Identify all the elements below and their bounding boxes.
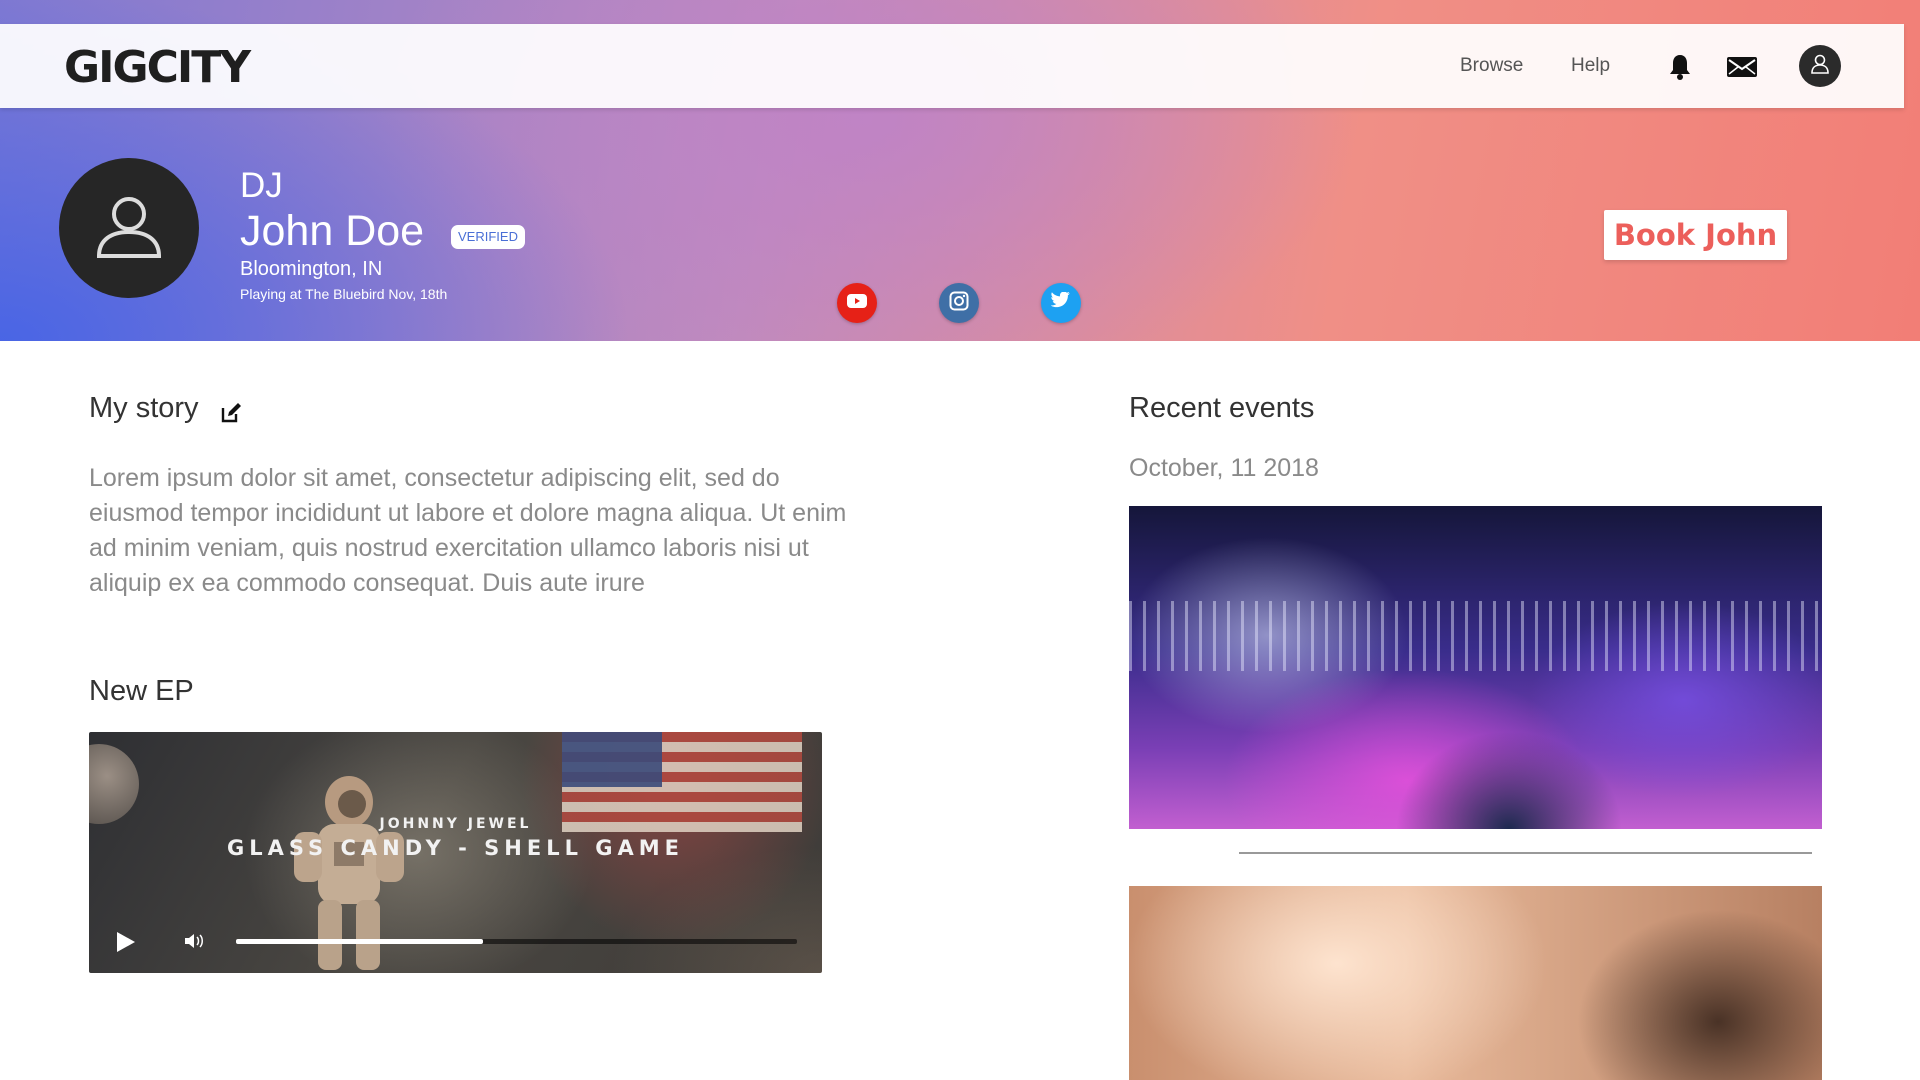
progress-bar[interactable]: [236, 939, 797, 944]
twitter-link[interactable]: [1041, 283, 1081, 323]
account-avatar-button[interactable]: [1799, 45, 1841, 87]
event-photo[interactable]: [1129, 886, 1822, 1080]
book-button[interactable]: Book John: [1604, 210, 1787, 260]
top-navbar: GIGCITY Browse Help: [0, 24, 1904, 108]
dj-silhouette-art: [1329, 666, 1629, 829]
nav-help-link[interactable]: Help: [1571, 55, 1610, 77]
ep-heading: New EP: [89, 675, 194, 707]
profile-banner: GIGCITY Browse Help DJ John Doe VERIFIED…: [0, 0, 1920, 341]
verified-badge: VERIFIED: [451, 225, 525, 249]
twitter-icon: [1050, 291, 1071, 314]
profile-name: John Doe: [240, 207, 425, 255]
logo[interactable]: GIGCITY: [64, 42, 251, 93]
ep-artist: JOHNNY JEWEL: [379, 816, 532, 832]
story-text: Lorem ipsum dolor sit amet, consectetur …: [89, 464, 847, 597]
bell-icon[interactable]: [1667, 53, 1693, 86]
profile-role: DJ: [240, 166, 283, 205]
youtube-link[interactable]: [837, 283, 877, 323]
ep-player: JOHNNY JEWEL GLASS CANDY - SHELL GAME: [89, 732, 822, 973]
event-divider: [1239, 852, 1812, 854]
youtube-icon: [847, 293, 867, 313]
volume-icon[interactable]: [183, 932, 207, 955]
nav-browse-link[interactable]: Browse: [1460, 55, 1523, 77]
story-heading: My story: [89, 392, 199, 424]
planet-art: [89, 744, 139, 824]
next-show-text: Playing at The Bluebird Nov, 18th: [240, 286, 448, 302]
flag-canton-art: [562, 732, 662, 787]
play-icon[interactable]: [115, 930, 137, 959]
progress-fill: [236, 939, 483, 944]
instagram-link[interactable]: [939, 283, 979, 323]
balcony-art: [1129, 601, 1822, 671]
mail-icon[interactable]: [1727, 57, 1757, 82]
edit-icon[interactable]: [220, 402, 242, 429]
event-date: October, 11 2018: [1129, 454, 1319, 482]
events-heading: Recent events: [1129, 392, 1315, 424]
event-photo[interactable]: [1129, 506, 1822, 829]
user-icon: [93, 190, 165, 267]
instagram-icon: [949, 291, 969, 316]
profile-location: Bloomington, IN: [240, 258, 383, 280]
user-icon: [1809, 53, 1831, 80]
profile-avatar: [59, 158, 199, 298]
ep-track-title: GLASS CANDY - SHELL GAME: [226, 836, 685, 860]
